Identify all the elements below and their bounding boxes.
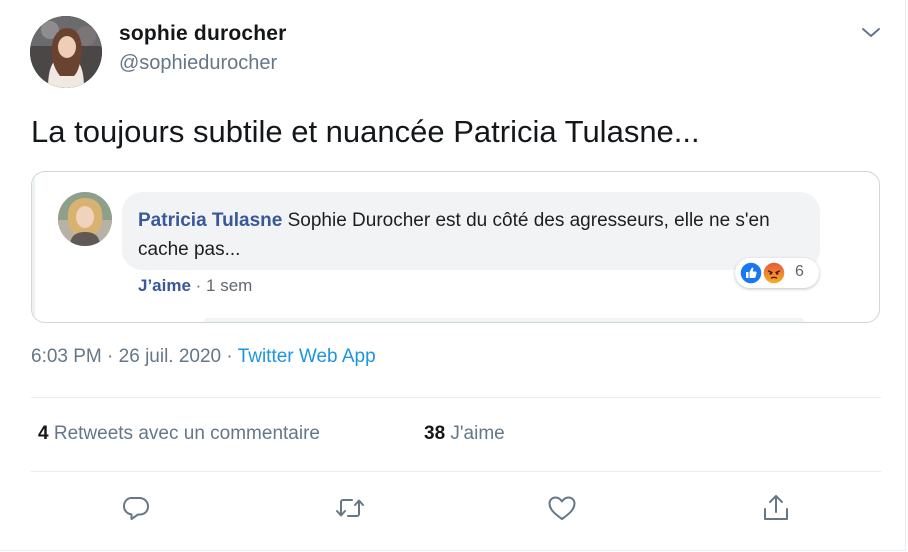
tweet-stats: 4 Retweets avec un commentaire 38 J'aime [38,423,505,445]
divider [31,397,881,398]
comment-actions: J’aime · 1 sem [138,276,252,296]
divider [31,471,881,472]
share-icon[interactable] [758,490,794,526]
quote-retweets-stat[interactable]: 4 Retweets avec un commentaire [38,423,320,444]
commenter-name: Patricia Tulasne [138,210,283,231]
meta-dot: · [221,346,238,367]
likes-count: 38 [424,423,446,444]
tweet-source-app[interactable]: Twitter Web App [238,346,376,367]
author-handle[interactable]: @sophiedurocher [119,52,277,75]
retweets-label: Retweets avec un commentaire [48,423,320,444]
retweet-icon[interactable] [332,490,368,526]
tweet-meta: 6:03 PM · 26 juil. 2020 · Twitter Web Ap… [31,346,376,368]
reaction-count: 6 [795,263,804,280]
next-comment-edge [204,318,804,322]
reply-icon[interactable] [118,490,154,526]
angry-reaction-icon [762,261,786,290]
likes-label: J'aime [445,423,505,444]
likes-stat[interactable]: 38 J'aime [424,423,505,445]
embedded-screenshot[interactable]: Patricia Tulasne Sophie Durocher est du … [31,171,880,323]
retweets-count: 4 [38,423,49,444]
tweet-date[interactable]: 26 juil. 2020 [119,346,221,367]
meta-dot: · [101,346,119,367]
tweet-text: La toujours subtile et nuancée Patricia … [31,114,700,149]
like-icon[interactable] [544,490,580,526]
reaction-summary: 6 [735,258,819,288]
author-name[interactable]: sophie durocher [119,22,287,46]
comment-bubble: Patricia Tulasne Sophie Durocher est du … [122,192,820,270]
tweet-time[interactable]: 6:03 PM [31,346,102,367]
chevron-down-icon[interactable] [860,24,882,42]
comment-like-link: J’aime [138,276,191,295]
like-reaction-icon [739,261,763,290]
embed-edge [32,172,35,322]
commenter-avatar [58,192,112,246]
author-avatar[interactable] [30,16,102,88]
comment-separator: · [190,276,207,295]
comment-age: 1 sem [206,276,253,295]
tweet-card: sophie durocher @sophiedurocher La toujo… [0,0,906,551]
